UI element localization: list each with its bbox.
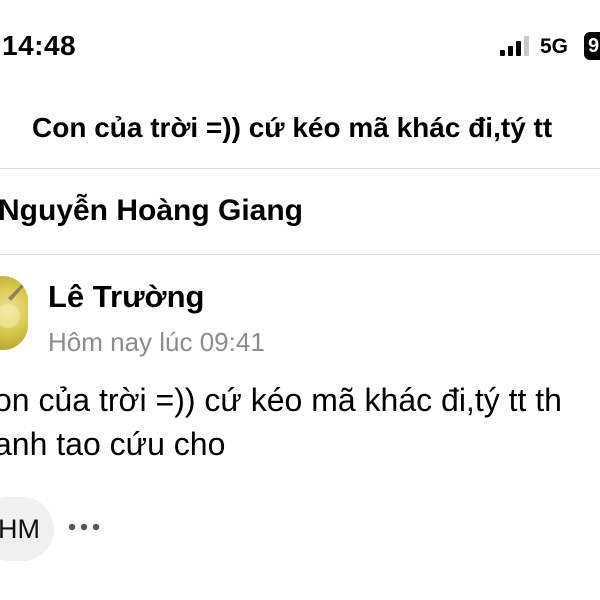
status-time: 14:48 [2, 30, 77, 61]
battery-icon: 9 [584, 32, 600, 60]
more-dots-icon [66, 523, 106, 546]
author-name[interactable]: Lê Trường [48, 279, 204, 315]
user-initials-avatar[interactable]: HM [0, 497, 54, 561]
post-body: on của trời =)) cứ kéo mã khác đi,tý tt … [0, 378, 562, 466]
post-body-line: anh tao cứu cho [0, 426, 226, 462]
page-title: Con của trời =)) cứ kéo mã khác đi,tý tt [32, 112, 553, 143]
screen: 14:48 5G 9 Con của trời =)) cứ kéo mã kh… [0, 0, 600, 600]
more-options-button[interactable] [66, 512, 106, 542]
network-type: 5G [540, 35, 569, 58]
divider [0, 254, 600, 255]
divider [0, 168, 600, 169]
author-avatar[interactable] [0, 276, 28, 350]
post-body-line: on của trời =)) cứ kéo mã khác đi,tý tt … [0, 382, 562, 418]
group-name[interactable]: Nguyễn Hoàng Giang [0, 194, 303, 228]
status-bar: 14:48 5G 9 [0, 0, 600, 90]
signal-strength-icon [500, 36, 532, 56]
post-timestamp: Hôm nay lúc 09:41 [48, 327, 265, 357]
